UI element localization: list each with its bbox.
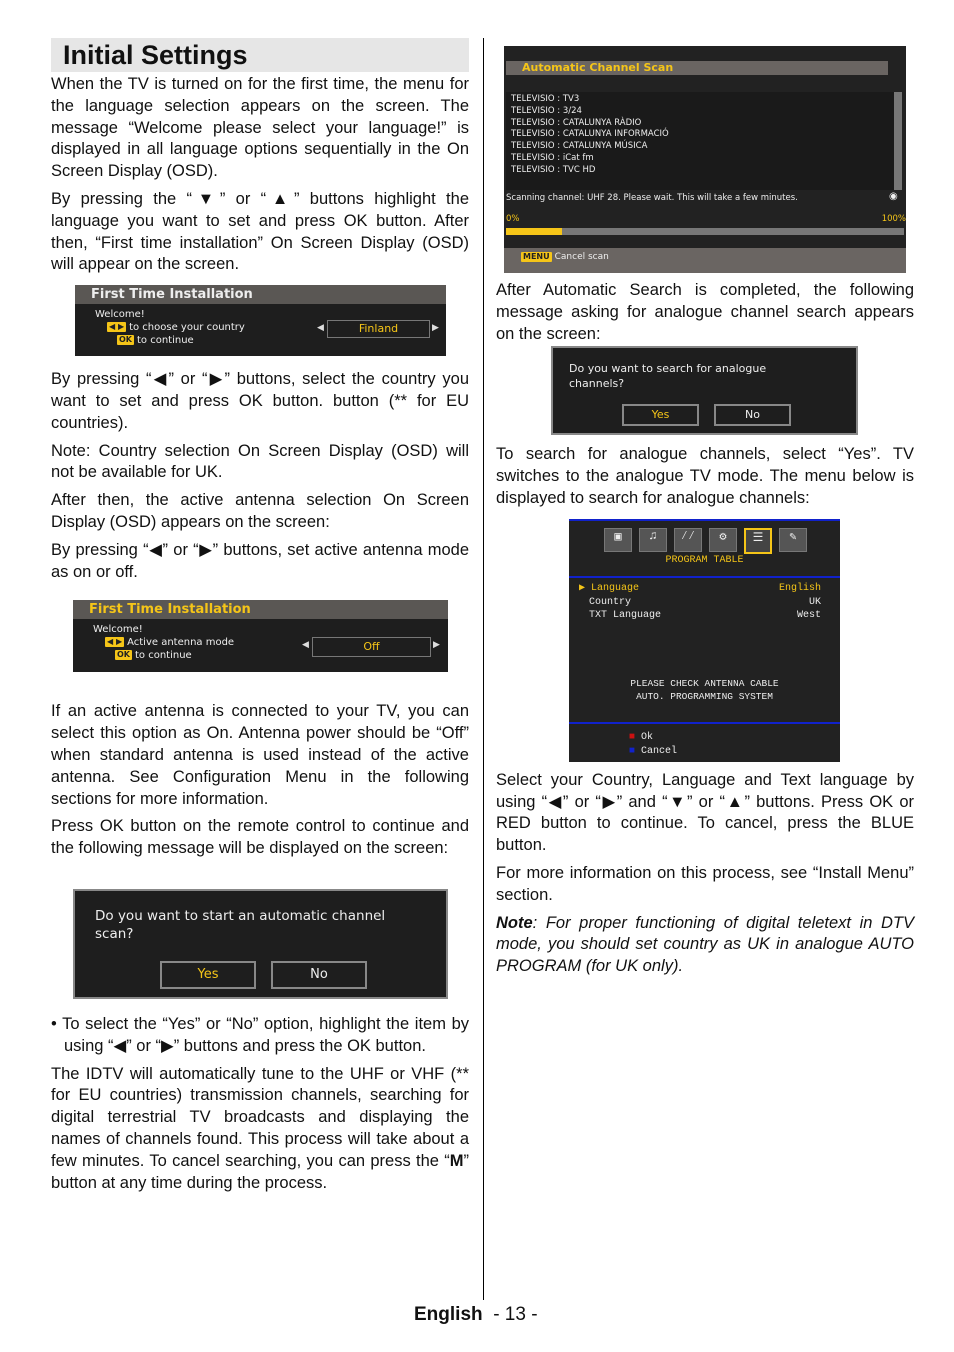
welcome-text: Welcome! — [93, 624, 143, 635]
menu-key-icon: MENU — [521, 251, 552, 262]
hint-text: to continue — [137, 335, 194, 346]
progress-fill — [506, 228, 562, 235]
osd-country-selection: First Time Installation Welcome! ◀ ▶ to c… — [75, 285, 446, 356]
page-title: Initial Settings — [51, 38, 469, 72]
left-arrow-icon[interactable]: ◀ — [317, 323, 324, 333]
osd-header: First Time Installation — [75, 285, 446, 304]
busy-icon: ◉ — [889, 191, 898, 202]
paragraph: Press OK button on the remote control to… — [51, 817, 469, 858]
hint-text: Active antenna mode — [127, 637, 235, 648]
paragraph: After Automatic Search is completed, the… — [496, 281, 914, 343]
channel-item: TELEVISIO : TVC HD — [511, 164, 596, 175]
channel-item: TELEVISIO : CATALUNYA INFORMACIÓ — [511, 129, 669, 140]
paragraph: After then, the active antenna selection… — [51, 491, 469, 531]
ok-key-icon: OK — [115, 650, 132, 660]
note-text: : For proper functioning of digital tele… — [496, 913, 914, 976]
page-footer: English - 13 - — [414, 1304, 538, 1326]
yes-button[interactable]: Yes — [160, 961, 256, 989]
channel-item: TELEVISIO : CATALUNYA MÚSICA — [511, 141, 648, 152]
channel-item: TELEVISIO : 3/24 — [511, 105, 582, 116]
osd-scan-prompt: Do you want to start an automatic channe… — [73, 889, 448, 999]
osd-footer: MENU Cancel scan — [504, 248, 906, 273]
paragraph: By pressing “◀” or “▶” buttons, select t… — [51, 370, 469, 432]
right-column: After Automatic Search is completed, the… — [496, 280, 914, 984]
progress-max-label: 100% — [881, 214, 906, 224]
page-number: - 13 - — [493, 1304, 538, 1325]
note-label: Note — [496, 913, 533, 932]
paragraph: To search for analogue channels, select … — [496, 445, 914, 507]
left-right-keys-icon: ◀ ▶ — [105, 637, 125, 647]
osd-antenna-selection: First Time Installation Welcome! ◀ ▶ Acti… — [73, 600, 448, 672]
paragraph: By pressing “◀” or “▶” buttons, set acti… — [51, 540, 469, 581]
channel-item: TELEVISIO : iCat fm — [511, 152, 594, 163]
left-arrow-icon[interactable]: ◀ — [302, 640, 309, 650]
ok-key-icon: OK — [117, 335, 134, 345]
hint-text: to continue — [135, 650, 192, 661]
antenna-mode-selector[interactable]: Off — [312, 637, 431, 657]
paragraph: If an active antenna is connected to you… — [51, 702, 469, 808]
channel-list: TELEVISIO : TV3 TELEVISIO : 3/24 TELEVIS… — [506, 92, 896, 190]
no-button[interactable]: No — [271, 961, 367, 989]
note-paragraph: Note: For proper functioning of digital … — [496, 913, 914, 978]
prompt-question: Do you want to start an automatic channe… — [95, 908, 386, 942]
cancel-scan-label[interactable]: Cancel scan — [555, 252, 609, 262]
scan-status: Scanning channel: UHF 28. Please wait. T… — [506, 193, 798, 203]
osd-header: Automatic Channel Scan — [506, 61, 888, 75]
progress-bar — [506, 228, 904, 235]
paragraph: Select your Country, Language and Text l… — [496, 770, 914, 855]
channel-item: TELEVISIO : TV3 — [511, 94, 580, 104]
paragraph: When the TV is turned on for the first t… — [51, 75, 469, 181]
hint-text: to choose your country — [129, 322, 245, 333]
left-right-keys-icon: ◀ ▶ — [107, 322, 127, 332]
manual-page: Initial Settings When the TV is turned o… — [0, 0, 954, 1352]
progress-min-label: 0% — [506, 214, 520, 224]
osd-automatic-channel-scan: Automatic Channel Scan TELEVISIO : TV3 T… — [504, 46, 906, 273]
paragraph: The IDTV will automatically tune to the … — [51, 1064, 469, 1195]
bullet-paragraph: • To select the “Yes” or “No” option, hi… — [51, 1014, 469, 1055]
paragraph: By pressing the “▼” or “▲” buttons highl… — [51, 189, 469, 274]
paragraph: For more information on this process, se… — [496, 863, 914, 904]
footer-language: English — [414, 1304, 483, 1325]
bold-text: M — [449, 1151, 464, 1170]
osd-header: First Time Installation — [73, 600, 448, 619]
country-selector[interactable]: Finland — [327, 320, 430, 338]
right-arrow-icon[interactable]: ▶ — [433, 640, 440, 650]
paragraph: Note: Country selection On Screen Displa… — [51, 441, 469, 482]
column-divider — [483, 38, 484, 1300]
scrollbar[interactable] — [894, 92, 902, 190]
text: The IDTV will automatically tune to the … — [51, 1064, 469, 1170]
right-arrow-icon[interactable]: ▶ — [432, 323, 439, 333]
channel-item: TELEVISIO : CATALUNYA RÀDIO — [511, 117, 642, 128]
